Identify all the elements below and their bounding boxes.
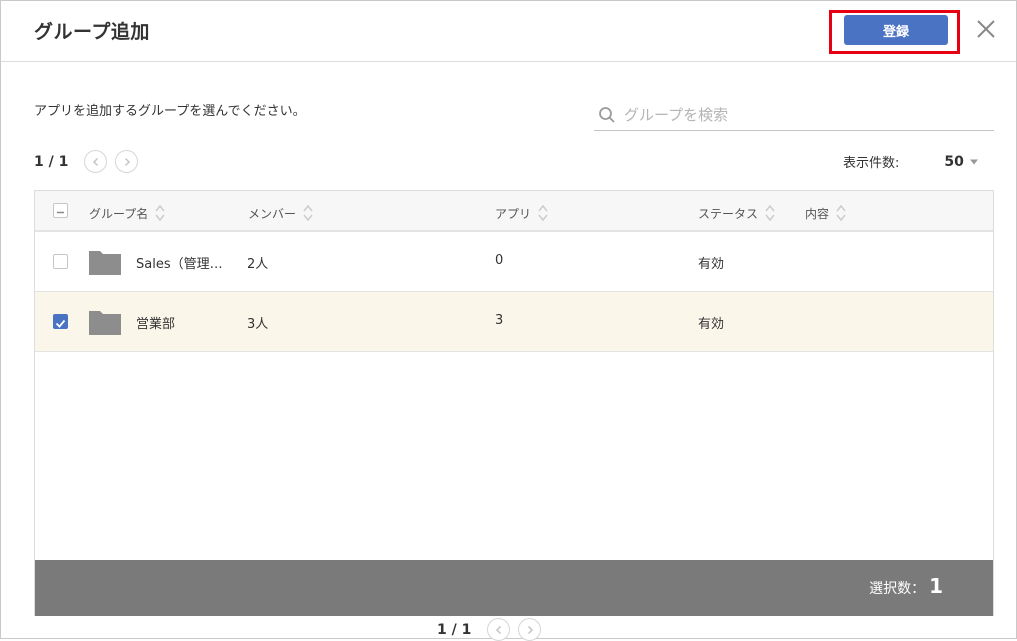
- status-cell: 有効: [698, 257, 725, 272]
- table-header: グループ名 メンバー アプリ ステータス 内容: [35, 191, 993, 232]
- close-icon[interactable]: [975, 18, 997, 40]
- row-checkbox[interactable]: [53, 254, 68, 269]
- folder-icon: [89, 251, 121, 275]
- selected-count: 選択数： 1: [869, 574, 943, 598]
- caret-down-icon[interactable]: [969, 158, 979, 166]
- column-header-content[interactable]: 内容: [805, 203, 847, 223]
- group-search: [594, 100, 994, 131]
- chevron-right-icon: [124, 157, 130, 166]
- selected-count-label: 選択数：: [869, 581, 926, 597]
- per-page-selector[interactable]: 表示件数: 50: [843, 152, 979, 171]
- per-page-value[interactable]: 50: [944, 154, 963, 170]
- selected-count-value: 1: [929, 574, 943, 598]
- table-row[interactable]: Sales（管理… 2人 0 有効: [35, 232, 993, 292]
- group-name-cell: Sales（管理…: [136, 257, 223, 272]
- chevron-right-icon: [527, 625, 533, 634]
- selection-footer: 選択数： 1: [35, 560, 993, 616]
- group-name-cell: 営業部: [136, 317, 176, 332]
- checkmark-icon: [55, 319, 66, 328]
- table-row[interactable]: 営業部 3人 3 有効: [35, 292, 993, 352]
- prev-page-button[interactable]: [487, 618, 511, 641]
- members-cell: 3人: [247, 317, 269, 332]
- sort-icon: [765, 204, 775, 222]
- sort-icon: [836, 204, 846, 222]
- instruction-text: アプリを追加するグループを選んでください。: [34, 104, 306, 119]
- sort-icon: [538, 204, 548, 222]
- apps-cell: 3: [495, 313, 504, 328]
- page-indicator: 1 / 1: [437, 621, 472, 638]
- next-page-button[interactable]: [518, 618, 542, 641]
- add-group-dialog: グループ追加 登録 アプリを追加するグループを選んでください。 1 / 1 表示…: [0, 0, 1017, 641]
- column-header-members[interactable]: メンバー: [248, 203, 314, 223]
- apps-cell: 0: [495, 253, 504, 268]
- select-all-checkbox[interactable]: [53, 203, 68, 218]
- column-header-status[interactable]: ステータス: [698, 203, 776, 223]
- pager-bottom: 1 / 1: [437, 618, 549, 641]
- group-table: グループ名 メンバー アプリ ステータス 内容 Sales（管理… 2人 0 有…: [34, 190, 994, 616]
- pager-top: 1 / 1: [34, 150, 146, 173]
- page-indicator: 1 / 1: [34, 153, 69, 170]
- dialog-title: グループ追加: [34, 21, 150, 43]
- next-page-button[interactable]: [115, 150, 139, 173]
- row-checkbox[interactable]: [53, 314, 68, 329]
- folder-icon: [89, 311, 121, 335]
- prev-page-button[interactable]: [84, 150, 108, 173]
- search-icon: [598, 106, 616, 124]
- column-header-name[interactable]: グループ名: [89, 203, 166, 223]
- chevron-left-icon: [495, 625, 501, 634]
- status-cell: 有効: [698, 317, 725, 332]
- sort-icon: [303, 204, 313, 222]
- members-cell: 2人: [247, 257, 269, 272]
- register-button[interactable]: 登録: [844, 15, 948, 45]
- chevron-left-icon: [92, 157, 98, 166]
- search-input[interactable]: [624, 102, 984, 128]
- per-page-label: 表示件数:: [843, 156, 900, 171]
- dialog-header: グループ追加 登録: [1, 1, 1016, 62]
- column-header-apps[interactable]: アプリ: [495, 203, 549, 223]
- sort-icon: [155, 204, 165, 222]
